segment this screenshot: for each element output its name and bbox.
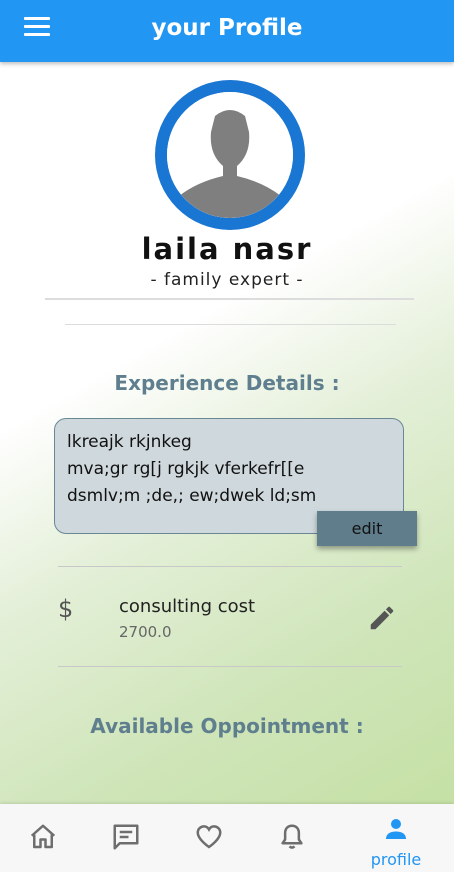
chat-icon xyxy=(113,824,139,850)
experience-line: mva;gr rg[j rgkjk vferkefr[[e xyxy=(67,459,305,479)
home-icon xyxy=(30,824,56,849)
bottom-navigation: profile xyxy=(0,804,454,872)
bell-icon xyxy=(281,824,303,849)
person-icon xyxy=(386,819,406,839)
profile-role: - family expert - xyxy=(150,270,304,290)
nav-item-chat[interactable] xyxy=(96,804,156,872)
screen: your Profile laila nasr - family expert … xyxy=(0,0,454,872)
pencil-icon[interactable] xyxy=(367,603,397,633)
divider xyxy=(58,566,402,567)
edit-experience-button[interactable]: edit xyxy=(317,511,417,546)
avatar xyxy=(155,80,305,230)
divider xyxy=(45,298,414,300)
experience-line: dsmlv;m ;de,; ew;dwek ld;sm xyxy=(67,486,317,506)
experience-title: Experience Details : xyxy=(114,371,340,395)
divider xyxy=(58,666,402,667)
profile-name: laila nasr xyxy=(141,232,313,266)
nav-item-profile[interactable]: profile xyxy=(366,804,426,872)
dollar-icon: $ xyxy=(58,595,74,623)
person-silhouette-icon xyxy=(167,92,293,218)
divider xyxy=(65,324,396,325)
app-bar: your Profile xyxy=(0,0,454,62)
page-title: your Profile xyxy=(151,15,303,41)
nav-item-home[interactable] xyxy=(13,804,73,872)
nav-item-favorites[interactable] xyxy=(179,804,239,872)
experience-line: lkreajk rkjnkeg xyxy=(67,432,192,452)
nav-label-profile: profile xyxy=(370,850,422,869)
heart-icon xyxy=(196,825,222,849)
consulting-cost-value: 2700.0 xyxy=(119,623,172,641)
nav-item-notifications[interactable] xyxy=(262,804,322,872)
appointments-title: Available Oppointment : xyxy=(90,714,364,738)
consulting-cost-label: consulting cost xyxy=(119,596,256,617)
edit-button-label: edit xyxy=(351,519,383,538)
